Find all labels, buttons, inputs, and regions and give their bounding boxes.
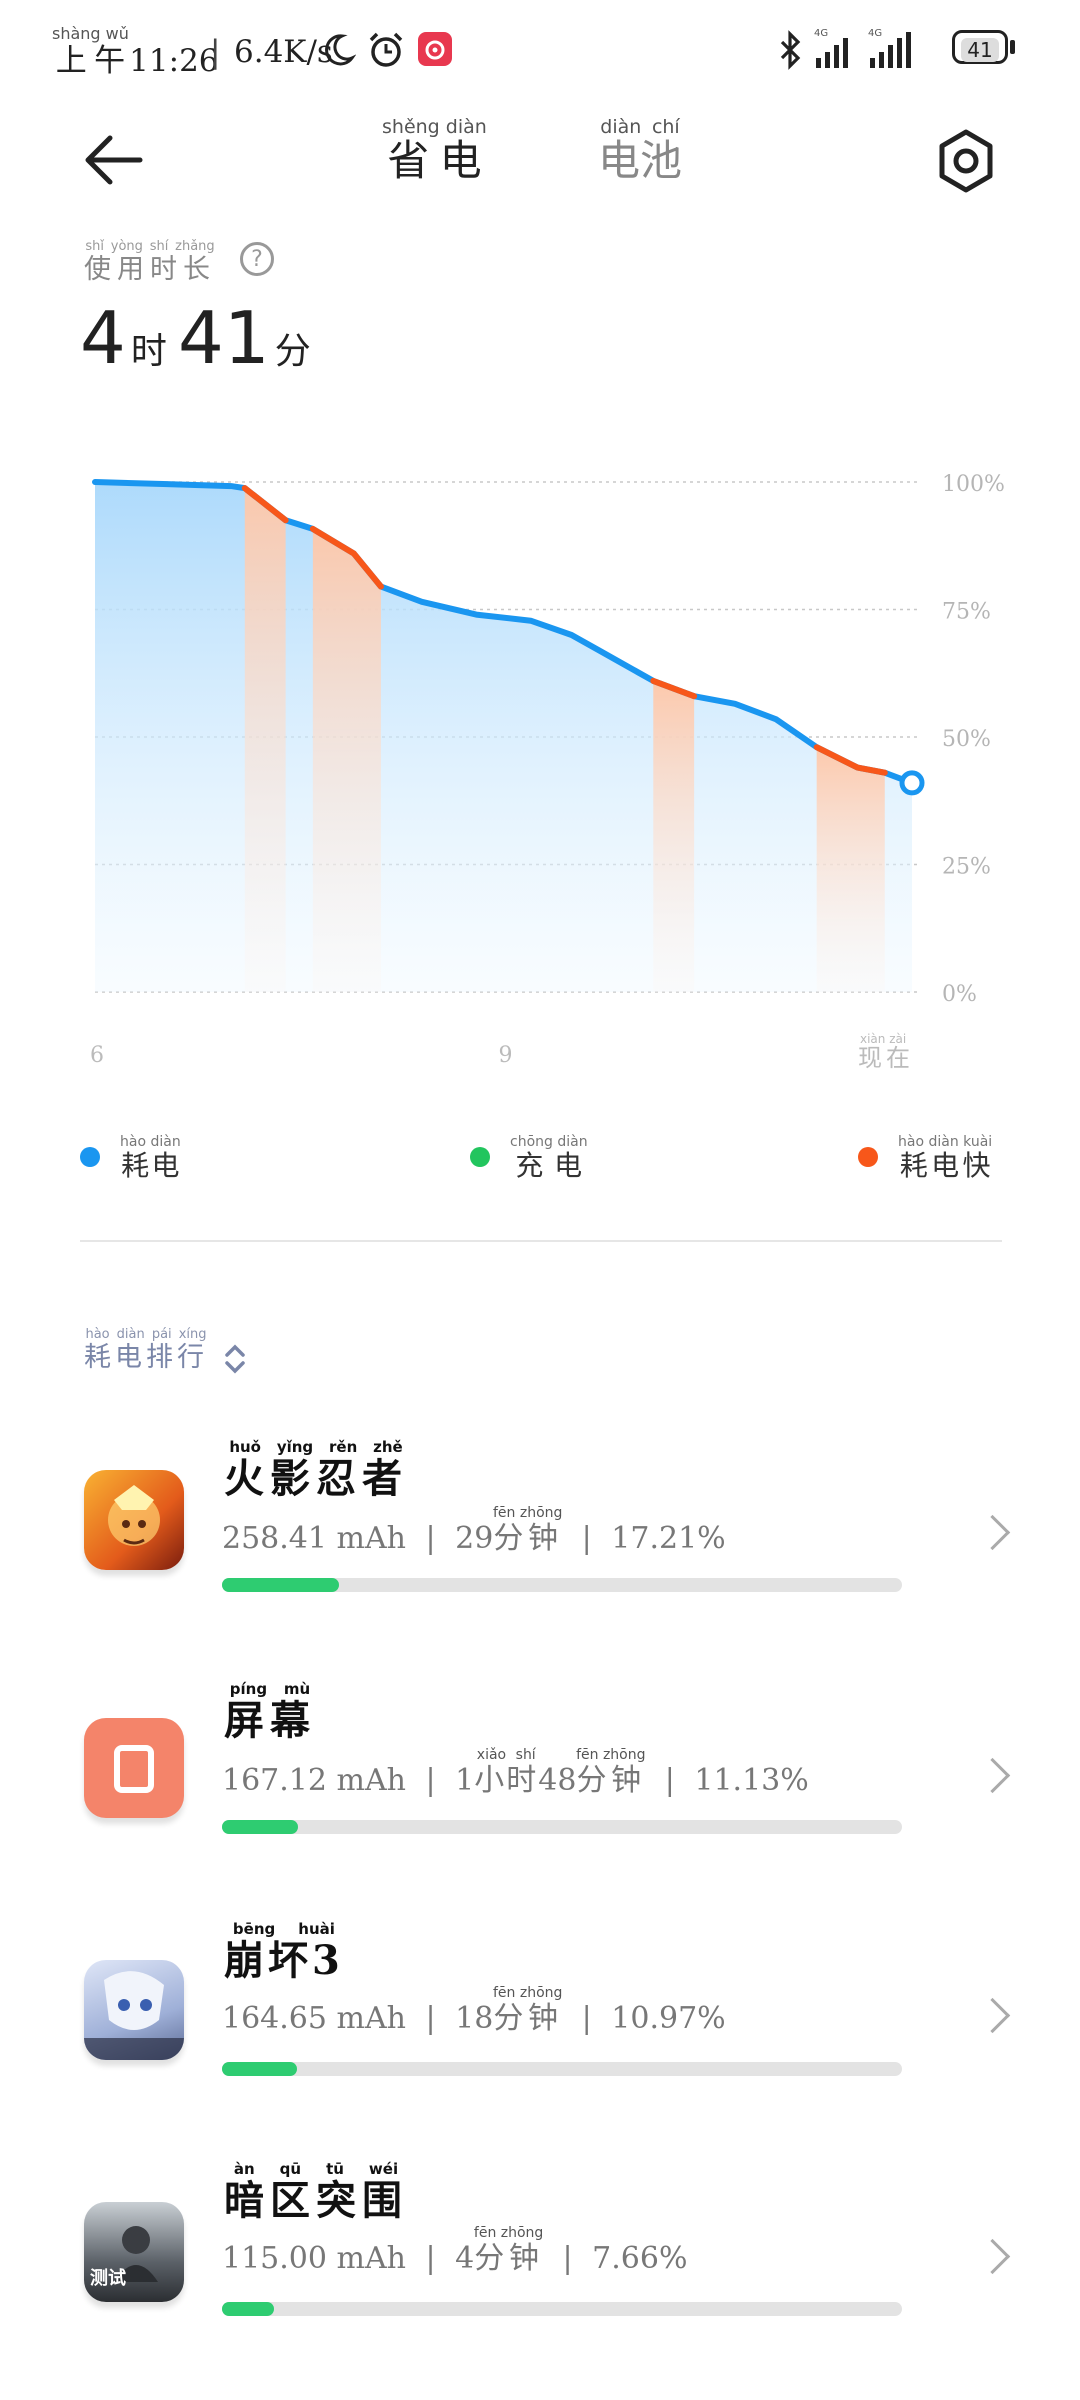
fast-drain-area	[653, 680, 695, 992]
alarm-icon	[366, 30, 406, 74]
y-tick-label: 0%	[942, 982, 977, 1007]
usage-bar-fill	[222, 1578, 339, 1592]
back-arrow-icon	[85, 135, 143, 185]
usage-bar	[222, 1578, 902, 1592]
arena-breakout-icon: 测试	[84, 2202, 184, 2302]
app-name: 崩坏3bēng huài	[224, 1920, 344, 1984]
app-row-screen[interactable]: 屏幕píng mù 167.12 mAh | 1小时xiǎo shí48分钟fē…	[0, 1640, 1080, 1880]
usage-bar	[222, 2302, 902, 2316]
battery-chart: 100%75%50%25%0%6 9xiàn zài现在	[90, 472, 1005, 1072]
usage-bar-fill	[222, 2062, 297, 2076]
signal-icon-1: 4G	[812, 28, 856, 76]
bluetooth-icon	[776, 30, 804, 74]
signal-icon-2: 4G	[866, 28, 916, 76]
y-tick-label: 50%	[942, 727, 991, 752]
usage-label: 使用时长shǐ yòng shí zhǎng	[84, 239, 216, 285]
legend-label-drain: 耗电hào diàn	[120, 1134, 181, 1182]
app-row-honkai[interactable]: 崩坏3bēng huài 164.65 mAh | 18分钟fēn zhōng …	[0, 1880, 1080, 2120]
app-stats: 164.65 mAh | 18分钟fēn zhōng | 10.97%	[222, 1985, 726, 2036]
naruto-icon	[84, 1470, 184, 1570]
fast-drain-area	[244, 488, 286, 992]
honkai-icon	[84, 1960, 184, 2060]
app-stats: 258.41 mAh | 29分钟fēn zhōng | 17.21%	[222, 1505, 726, 1556]
chevron-right-icon	[974, 1757, 1011, 1794]
status-time: 上午shàng wǔ11:26	[52, 24, 219, 79]
x-tick-label: 9	[499, 1043, 513, 1068]
netease-music-icon	[418, 32, 452, 66]
net-speed: 6.4K/s	[234, 34, 333, 70]
help-icon[interactable]: ?	[240, 242, 274, 276]
legend-label-charge: 充电chōng diàn	[510, 1134, 588, 1182]
screen-icon	[84, 1718, 184, 1818]
y-tick-label: 75%	[942, 600, 991, 625]
app-name: 屏幕píng mù	[224, 1680, 316, 1744]
battery-icon: 41	[952, 30, 1008, 64]
legend-dot-fast-drain	[858, 1147, 878, 1167]
app-stats: 115.00 mAh | 4分钟fēn zhōng | 7.66%	[222, 2225, 688, 2276]
current-level-marker	[899, 770, 925, 796]
ranking-sort-toggle[interactable]: 耗电排行hào diàn pái xíng	[84, 1327, 247, 1376]
app-name: 火影忍者huǒ yǐng rěn zhě	[224, 1438, 408, 1502]
legend-dot-drain	[80, 1147, 100, 1167]
chevron-right-icon	[974, 1997, 1011, 2034]
app-name: 暗区突围àn qū tū wéi	[224, 2160, 408, 2224]
usage-bar-fill	[222, 1820, 298, 1834]
usage-duration: 4 时 41 分	[80, 296, 311, 380]
chevron-right-icon	[974, 2238, 1011, 2275]
legend-label-fast-drain: 耗电快hào diàn kuài	[898, 1134, 993, 1182]
tab-battery[interactable]: 电池diàn chí	[598, 116, 682, 188]
drain-area	[95, 482, 912, 992]
sort-chevron-icon	[224, 1344, 245, 1373]
settings-button[interactable]	[936, 128, 996, 198]
app-row-naruto[interactable]: 火影忍者huǒ yǐng rěn zhě 258.41 mAh | 29分钟fē…	[0, 1400, 1080, 1640]
moon-icon	[320, 32, 357, 72]
y-tick-label: 100%	[942, 472, 1005, 497]
app-stats: 167.12 mAh | 1小时xiǎo shí48分钟fēn zhōng | …	[222, 1747, 809, 1798]
x-tick-label: 现在	[858, 1044, 914, 1072]
y-tick-label: 25%	[942, 855, 991, 880]
fast-drain-area	[312, 528, 381, 992]
status-separator: |	[210, 34, 221, 70]
chevron-right-icon	[974, 1514, 1011, 1551]
tab-power-saving[interactable]: 省电shěng diàn	[382, 116, 487, 188]
fast-drain-area	[816, 747, 885, 992]
usage-bar	[222, 1820, 902, 1834]
app-row-arena-breakout[interactable]: 测试 暗区突围àn qū tū wéi 115.00 mAh | 4分钟fēn …	[0, 2120, 1080, 2360]
divider	[80, 1240, 1002, 1242]
usage-bar-fill	[222, 2302, 274, 2316]
settings-hexagon-icon	[939, 129, 993, 193]
status-bar: 上午shàng wǔ11:26 | 6.4K/s 4G 4G 41	[0, 0, 1080, 100]
back-button[interactable]	[80, 130, 150, 200]
battery-tip	[1010, 40, 1015, 54]
legend-dot-charge	[470, 1147, 490, 1167]
usage-bar	[222, 2062, 902, 2076]
x-tick-label: 6	[90, 1043, 104, 1068]
